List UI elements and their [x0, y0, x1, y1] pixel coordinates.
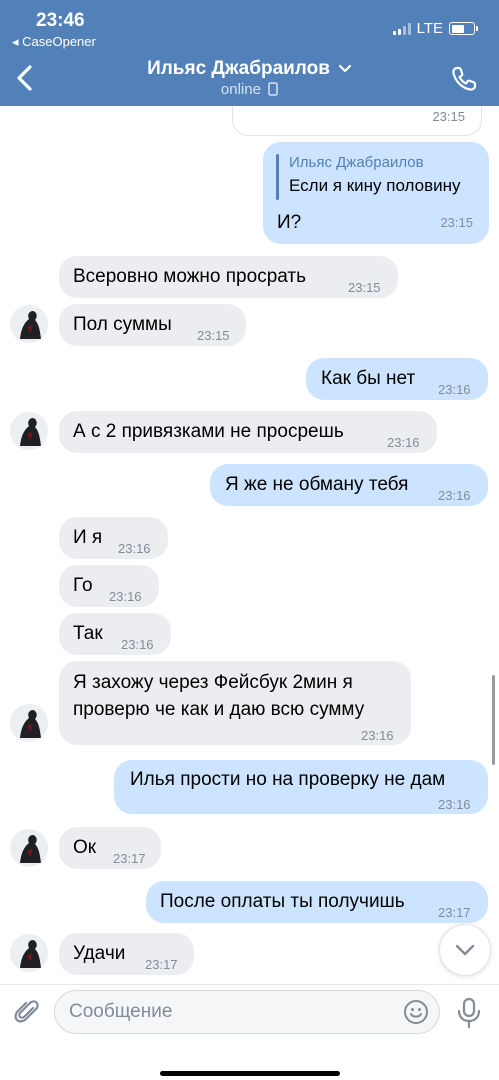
message-incoming[interactable]: Я захожу через Фейсбук 2мин я проверю че…: [59, 661, 411, 745]
message-time: 23:17: [145, 957, 178, 972]
reply-author: Ильяс Джабраилов: [289, 154, 424, 171]
battery-icon: [449, 22, 478, 35]
message-text: Ок: [73, 837, 97, 858]
message-time: 23:16: [118, 541, 151, 556]
signal-icon: [392, 22, 411, 35]
message-text: И?: [277, 212, 302, 233]
message-incoming[interactable]: Го 23:16: [59, 565, 159, 607]
message-text-line: проверю че как и даю всю сумму: [73, 699, 365, 720]
avatar[interactable]: [10, 704, 48, 742]
home-indicator[interactable]: [160, 1071, 340, 1076]
message-time: 23:17: [113, 851, 146, 866]
message-time: 23:16: [438, 488, 471, 503]
message-text: Удачи: [73, 943, 126, 964]
message-outgoing-sticker[interactable]: 23:15: [232, 106, 482, 136]
avatar-image: [10, 305, 48, 343]
message-input[interactable]: [69, 991, 399, 1033]
emoji-button[interactable]: [403, 999, 429, 1025]
message-time: 23:17: [438, 905, 471, 920]
message-text: После оплаты ты получишь: [160, 891, 405, 912]
message-time: 23:16: [438, 382, 471, 397]
reply-text: Если я кину половину: [289, 176, 461, 195]
message-outgoing[interactable]: После оплаты ты получишь 23:17: [146, 881, 488, 923]
message-incoming[interactable]: А с 2 привязками не просрешь 23:16: [59, 411, 437, 453]
message-incoming[interactable]: Так 23:16: [59, 613, 171, 655]
message-incoming[interactable]: Всеровно можно просрать 23:15: [59, 256, 398, 298]
network-label: LTE: [416, 20, 443, 37]
contact-name: Ильяс Джабраилов: [147, 58, 330, 80]
avatar-image: [10, 934, 48, 972]
message-text: Пол суммы: [73, 314, 172, 335]
avatar-image: [10, 704, 48, 742]
message-incoming[interactable]: Ок 23:17: [59, 827, 161, 869]
message-text: Как бы нет: [321, 368, 416, 389]
avatar[interactable]: [10, 305, 48, 343]
phone-icon: [452, 66, 477, 91]
message-time: 23:16: [438, 797, 471, 812]
smile-icon: [404, 1000, 428, 1024]
message-text-line: Я захожу через Фейсбук 2мин я: [73, 672, 353, 693]
chevron-down-icon: [455, 944, 475, 956]
message-list[interactable]: 23:15 Ильяс Джабраилов Если я кину полов…: [0, 106, 499, 984]
presence-status: online: [0, 81, 499, 98]
status-time: 23:46: [36, 10, 85, 31]
microphone-icon: [457, 997, 481, 1029]
message-incoming[interactable]: Пол суммы 23:15: [59, 304, 246, 346]
call-button[interactable]: [449, 64, 479, 94]
message-text: И я: [73, 527, 103, 548]
voice-message-button[interactable]: [455, 997, 483, 1029]
message-time: 23:15: [348, 280, 381, 295]
message-time: 23:15: [432, 109, 465, 124]
chevron-down-icon: [338, 58, 352, 80]
message-time: 23:15: [197, 328, 230, 343]
message-time: 23:15: [440, 215, 473, 230]
reply-quote-bar: [276, 154, 279, 200]
avatar[interactable]: [10, 829, 48, 867]
message-input-wrapper: [54, 990, 440, 1034]
message-text: Илья прости но на проверку не дам: [130, 769, 446, 790]
message-time: 23:16: [361, 728, 394, 743]
back-to-app-link[interactable]: ◂ CaseOpener: [12, 34, 96, 50]
scrollbar[interactable]: [492, 675, 495, 765]
presence-label: online: [220, 81, 261, 98]
mobile-icon: [268, 82, 278, 96]
message-outgoing[interactable]: Я же не обману тебя 23:16: [210, 464, 488, 506]
avatar-image: [10, 829, 48, 867]
message-text: Я же не обману тебя: [225, 474, 409, 495]
message-time: 23:16: [387, 435, 420, 450]
avatar[interactable]: [10, 934, 48, 972]
message-outgoing[interactable]: Как бы нет 23:16: [306, 358, 488, 400]
message-time: 23:16: [121, 637, 154, 652]
message-time: 23:16: [109, 589, 142, 604]
message-incoming[interactable]: И я 23:16: [59, 517, 168, 559]
message-text: Го: [73, 575, 93, 596]
message-composer: [0, 984, 499, 1080]
status-indicators: LTE: [392, 20, 478, 37]
paperclip-icon: [14, 1000, 39, 1023]
avatar-image: [10, 412, 48, 450]
chat-header: 23:46 ◂ CaseOpener LTE Ильяс Джабраилов …: [0, 0, 499, 106]
avatar[interactable]: [10, 412, 48, 450]
attach-button[interactable]: [12, 997, 42, 1027]
message-text: Всеровно можно просрать: [73, 266, 307, 287]
message-text: Так: [73, 623, 103, 644]
scroll-to-bottom-button[interactable]: [439, 924, 491, 976]
message-text: А с 2 привязками не просрешь: [73, 421, 344, 442]
message-incoming[interactable]: Удачи 23:17: [59, 933, 194, 975]
message-outgoing-reply[interactable]: Ильяс Джабраилов Если я кину половину И?…: [263, 142, 489, 244]
message-outgoing[interactable]: Илья прости но на проверку не дам 23:16: [114, 760, 488, 814]
chat-title[interactable]: Ильяс Джабраилов: [0, 58, 499, 80]
